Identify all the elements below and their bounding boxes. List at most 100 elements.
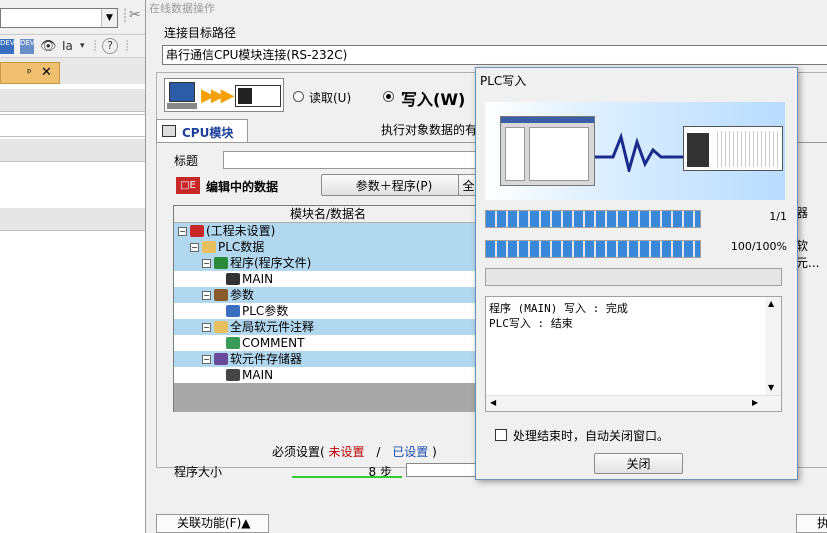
scroll-right-icon[interactable]: ▶ — [752, 398, 758, 407]
device-file-icon — [226, 369, 240, 381]
execute-button-partial[interactable]: 执 — [796, 514, 827, 533]
tab-cpu-module[interactable]: CPU模块 — [156, 119, 248, 143]
tree-row[interactable]: MAIN — [174, 271, 482, 287]
plc-parameter-icon — [226, 305, 240, 317]
progress-files-text: 1/1 — [769, 210, 787, 223]
tree-row[interactable]: MAIN — [174, 367, 482, 383]
popup-title: PLC写入 — [480, 74, 527, 88]
tree-item-label: 软元件存储器 — [230, 352, 303, 366]
tree-item-label: PLC数据 — [218, 240, 265, 254]
chevron-down-icon[interactable]: ▼ — [101, 9, 117, 27]
auto-close-label[interactable]: 处理结束时，自动关闭窗口。 — [513, 427, 669, 444]
column-header-partial: 器 — [796, 206, 809, 220]
progress-percent-text: 100/100% — [730, 240, 787, 253]
watch-icon[interactable]: 👁 — [40, 38, 57, 55]
project-icon — [190, 225, 204, 237]
target-data-text: 执行对象数据的有 — [381, 123, 478, 137]
read-radio[interactable] — [293, 91, 304, 102]
cpu-icon — [162, 125, 176, 137]
separator-icon: ┊ — [92, 41, 99, 52]
related-functions-button[interactable]: 关联功能(F)▲ — [156, 514, 269, 533]
tree-item-label: 全局软元件注释 — [230, 320, 315, 334]
parameter-icon — [214, 289, 228, 301]
write-radio[interactable] — [383, 91, 394, 102]
plc-write-dialog: PLC写入 1/1 100/100% 程序 (MAIN) 写入 : 完成 PLC… — [475, 67, 798, 480]
scroll-up-icon[interactable]: ▲ — [768, 299, 774, 308]
required-suffix: ) — [432, 445, 437, 459]
tree-item-label: (工程未设置) — [206, 224, 276, 238]
connection-image: ▶▶▶ — [164, 78, 284, 112]
collapse-toggle-icon[interactable]: − — [202, 323, 211, 332]
tree-item-label: MAIN — [242, 368, 274, 382]
set-legend: 已设置 — [392, 445, 429, 459]
status-bar — [485, 268, 782, 286]
scroll-down-icon[interactable]: ▼ — [768, 383, 774, 392]
dev-icon[interactable]: DEV — [20, 39, 35, 54]
separator-icon: ┊ — [121, 9, 129, 24]
progress-fill — [486, 241, 700, 257]
close-button[interactable]: 关闭 — [594, 453, 683, 474]
tree-column-header[interactable]: 模块名/数据名 — [174, 206, 482, 223]
connection-route-field[interactable]: 串行通信CPU模块连接(RS-232C) — [162, 45, 827, 65]
tree-row[interactable]: − 参数 — [174, 287, 482, 303]
auto-close-checkbox[interactable] — [495, 429, 507, 441]
nav-panel-section[interactable] — [0, 139, 145, 162]
secondary-toolbar: DEV DEV 👁 Ia ▾ ┊ ? ┊ — [0, 34, 145, 58]
scissors-icon[interactable]: ✂ — [129, 7, 141, 23]
scroll-left-icon[interactable]: ◀ — [490, 398, 496, 407]
collapse-toggle-icon[interactable]: − — [178, 227, 187, 236]
find-icon[interactable]: Ia — [62, 38, 73, 55]
vertical-scrollbar[interactable]: ▲ ▼ — [765, 297, 781, 397]
tree-row[interactable]: − (工程未设置) — [174, 223, 482, 239]
tab-label: CPU模块 — [182, 126, 234, 140]
program-size-label: 程序大小 — [174, 465, 223, 479]
chevron-down-icon[interactable]: ▾ — [80, 38, 85, 55]
close-icon[interactable]: ✕ — [41, 65, 52, 80]
collapse-toggle-icon[interactable]: − — [202, 355, 211, 364]
unset-legend: 未设置 — [328, 445, 365, 459]
required-prefix: 必须设置( — [272, 445, 325, 459]
tree-row[interactable]: − 软元件存储器 — [174, 351, 482, 367]
program-icon — [214, 257, 228, 269]
editing-data-icon: □E — [176, 177, 200, 194]
tree-empty-area — [174, 383, 482, 412]
tree-item-label: MAIN — [242, 272, 274, 286]
navigation-panel-body — [0, 84, 145, 533]
nav-panel-section[interactable] — [0, 114, 145, 137]
param-program-button[interactable]: 参数＋程序(P) — [321, 174, 467, 196]
collapse-toggle-icon[interactable]: − — [190, 243, 199, 252]
separator-icon: ┊ — [124, 41, 131, 52]
dialog-title: 在线数据操作 — [149, 2, 215, 15]
pin-icon[interactable]: ᵖ — [27, 66, 32, 79]
collapse-toggle-icon[interactable]: − — [202, 259, 211, 268]
folder-icon — [214, 321, 228, 333]
comment-icon — [226, 337, 240, 349]
tree-item-label: PLC参数 — [242, 304, 289, 318]
progress-bar-percent — [485, 240, 701, 258]
write-label[interactable]: 写入(W) — [401, 86, 465, 110]
read-label[interactable]: 读取(U) — [309, 89, 351, 106]
transfer-arrows-icon: ▶▶▶ — [201, 85, 234, 106]
log-area[interactable]: 程序 (MAIN) 写入 : 完成 PLC写入 : 结束 ▲ ▼ ◀ ▶ — [485, 296, 782, 412]
top-toolbar: ▼ ┊ ✂ — [0, 0, 145, 33]
route-label: 连接目标路径 — [164, 26, 237, 40]
signal-wave-icon — [595, 132, 685, 172]
progress-fill — [486, 211, 700, 227]
horizontal-scrollbar[interactable]: ◀ ▶ — [486, 395, 781, 411]
tree-row[interactable]: PLC参数 — [174, 303, 482, 319]
data-tree[interactable]: 模块名/数据名 − (工程未设置) − PLC数据 − 程序(程序文件) MAIN − 参数 PL… — [173, 205, 483, 412]
tree-row[interactable]: COMMENT — [174, 335, 482, 351]
nav-panel-section[interactable] — [0, 89, 145, 112]
program-size-gauge — [406, 463, 476, 477]
help-icon[interactable]: ? — [102, 38, 118, 54]
nav-panel-section[interactable] — [0, 208, 145, 231]
collapse-toggle-icon[interactable]: − — [202, 291, 211, 300]
transfer-illustration — [485, 102, 785, 200]
tree-row[interactable]: − 全局软元件注释 — [174, 319, 482, 335]
tree-row[interactable]: − PLC数据 — [174, 239, 482, 255]
log-line: PLC写入 : 结束 — [489, 317, 573, 330]
column-cell-partial: 软元... — [796, 239, 820, 270]
dev-icon[interactable]: DEV — [0, 39, 15, 54]
tree-row[interactable]: − 程序(程序文件) — [174, 255, 482, 271]
toolbar-combo[interactable]: ▼ — [0, 8, 118, 28]
